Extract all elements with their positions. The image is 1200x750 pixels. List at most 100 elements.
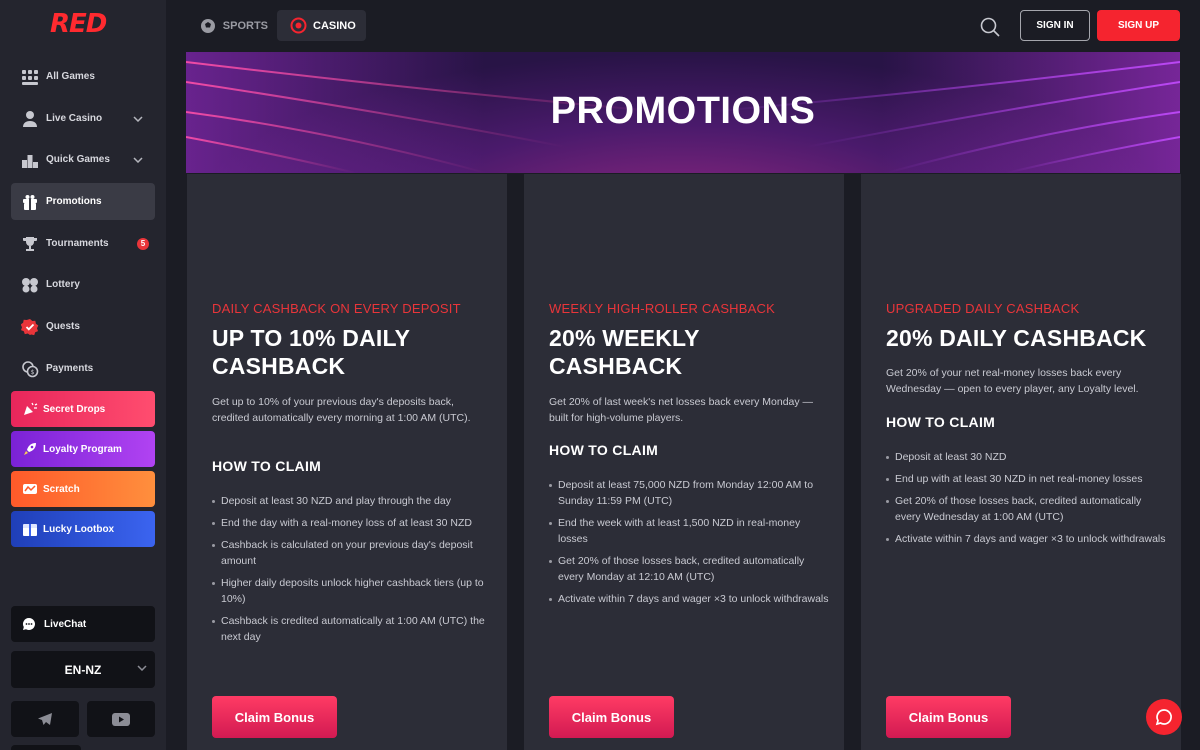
sidebar-footer-divider <box>11 745 81 750</box>
sidebar-item-label: Lottery <box>46 279 80 290</box>
sidebar-item-label: Quests <box>46 321 80 332</box>
sidebar-item-all-games[interactable]: All Games <box>11 58 155 95</box>
grid-icon <box>20 67 40 87</box>
sidebar-item-promotions[interactable]: Promotions <box>11 183 155 220</box>
how-to-claim-heading: HOW TO CLAIM <box>886 414 996 430</box>
promo-card-daily-cashback: DAILY CASHBACK ON EVERY DEPOSIT UP TO 10… <box>187 174 507 750</box>
sidebar-item-lottery[interactable]: Lottery <box>11 266 155 303</box>
promo-description: Get 20% of your net real-money losses ba… <box>886 367 1139 395</box>
chevron-down-icon <box>137 663 147 673</box>
promo-kicker: DAILY CASHBACK ON EVERY DEPOSIT <box>212 301 461 316</box>
list-item: Activate within 7 days and wager ×3 to u… <box>886 531 1166 547</box>
list-item: End up with at least 30 NZD in net real-… <box>886 471 1166 487</box>
promo-kicker: UPGRADED DAILY CASHBACK <box>886 301 1080 316</box>
scratch-icon <box>21 480 39 498</box>
soccer-ball-icon <box>200 17 217 35</box>
chat-icon <box>1155 708 1173 726</box>
tab-sports[interactable]: SPORTS <box>196 10 268 41</box>
language-label: EN-NZ <box>64 662 102 677</box>
sidebar-promo-scratch[interactable]: Scratch <box>11 471 155 507</box>
promo-label: Secret Drops <box>43 403 106 415</box>
chat-bubble-icon <box>22 617 36 631</box>
sidebar-promo-loyalty-program[interactable]: Loyalty Program <box>11 431 155 467</box>
svg-text:$: $ <box>31 369 35 376</box>
claim-steps-list: Deposit at least 75,000 NZD from Monday … <box>549 477 829 613</box>
promo-card-weekly-cashback: WEEKLY HIGH-ROLLER CASHBACK 20% WEEKLY C… <box>524 174 844 750</box>
sidebar-item-live-casino[interactable]: Live Casino <box>11 100 155 137</box>
chevron-down-icon[interactable] <box>133 155 145 165</box>
gift-icon <box>20 192 40 212</box>
trophy-icon <box>20 234 40 254</box>
claim-steps-list: Deposit at least 30 NZD End up with at l… <box>886 449 1166 553</box>
telegram-button[interactable] <box>11 701 79 737</box>
how-to-claim-heading: HOW TO CLAIM <box>212 458 322 474</box>
sidebar-item-label: Promotions <box>46 196 102 207</box>
sidebar-promo-lucky-lootbox[interactable]: Lucky Lootbox <box>11 511 155 547</box>
list-item: Deposit at least 30 NZD <box>886 449 1166 465</box>
sidebar-item-quests[interactable]: Quests <box>11 308 155 345</box>
promo-title: UP TO 10% DAILY CASHBACK <box>212 325 410 379</box>
telegram-icon <box>37 712 53 726</box>
sidebar-item-label: Payments <box>46 363 94 374</box>
list-item: Deposit at least 75,000 NZD from Monday … <box>549 477 829 509</box>
rocket-icon <box>21 440 39 458</box>
livechat-label: LiveChat <box>44 618 87 630</box>
sidebar-item-label: Tournaments <box>46 238 109 249</box>
quest-icon <box>20 317 40 337</box>
chevron-down-icon[interactable] <box>133 114 145 124</box>
claim-bonus-button[interactable]: Claim Bonus <box>212 696 337 738</box>
balls-icon <box>20 275 40 295</box>
page-title: PROMOTIONS <box>550 90 816 132</box>
sidebar: RED All Games Live Casino Quick Games Pr… <box>0 0 166 750</box>
list-item: End the week with at least 1,500 NZD in … <box>549 515 829 547</box>
tournaments-count-badge: 5 <box>137 237 149 250</box>
sidebar-item-label: Quick Games <box>46 154 110 165</box>
list-item: Cashback is calculated on your previous … <box>212 537 492 569</box>
support-chat-button[interactable] <box>1146 699 1182 735</box>
promo-description: Get 20% of last week's net losses back e… <box>549 396 814 424</box>
search-icon[interactable] <box>979 16 1001 38</box>
sidebar-item-label: Live Casino <box>46 113 103 124</box>
lootbox-icon <box>21 520 39 538</box>
claim-bonus-button[interactable]: Claim Bonus <box>886 696 1011 738</box>
promo-kicker: WEEKLY HIGH-ROLLER CASHBACK <box>549 301 775 316</box>
promotions-hero-banner: PROMOTIONS <box>186 52 1180 173</box>
list-item: Get 20% of those losses back, credited a… <box>549 553 829 585</box>
promo-label: Scratch <box>43 483 80 495</box>
list-item: Cashback is credited automatically at 1:… <box>212 613 492 645</box>
casino-chip-icon <box>289 17 307 35</box>
sign-in-button[interactable]: SIGN IN <box>1020 10 1090 41</box>
claim-steps-list: Deposit at least 30 NZD and play through… <box>212 493 492 651</box>
how-to-claim-heading: HOW TO CLAIM <box>549 442 659 458</box>
sidebar-item-label: All Games <box>46 71 95 82</box>
tab-label: CASINO <box>313 19 356 32</box>
tab-label: SPORTS <box>222 19 268 32</box>
promo-label: Lucky Lootbox <box>43 523 115 535</box>
promo-title: 20% DAILY CASHBACK <box>886 325 1147 351</box>
sidebar-item-tournaments[interactable]: Tournaments 5 <box>11 225 155 262</box>
list-item: Get 20% of those losses back, credited a… <box>886 493 1166 525</box>
podium-icon <box>20 150 40 170</box>
youtube-button[interactable] <box>87 701 155 737</box>
list-item: Deposit at least 30 NZD and play through… <box>212 493 492 509</box>
promo-description: Get up to 10% of your previous day's dep… <box>212 396 471 424</box>
tab-casino[interactable]: CASINO <box>277 10 366 41</box>
promo-label: Loyalty Program <box>43 443 122 455</box>
claim-bonus-button[interactable]: Claim Bonus <box>549 696 674 738</box>
promo-title: 20% WEEKLY CASHBACK <box>549 325 700 379</box>
dealer-icon <box>20 109 40 129</box>
brand-logo[interactable]: RED <box>50 9 120 39</box>
sidebar-item-payments[interactable]: $ Payments <box>11 350 155 387</box>
list-item: End the day with a real-money loss of at… <box>212 515 492 531</box>
list-item: Higher daily deposits unlock higher cash… <box>212 575 492 607</box>
promo-card-upgraded-daily-cashback: UPGRADED DAILY CASHBACK 20% DAILY CASHBA… <box>861 174 1181 750</box>
coins-icon: $ <box>20 359 40 379</box>
youtube-icon <box>112 712 130 726</box>
sidebar-item-quick-games[interactable]: Quick Games <box>11 141 155 178</box>
livechat-button[interactable]: LiveChat <box>11 606 155 642</box>
confetti-icon <box>21 400 39 418</box>
language-selector[interactable]: EN-NZ <box>11 651 155 688</box>
list-item: Activate within 7 days and wager ×3 to u… <box>549 591 829 607</box>
sign-up-button[interactable]: SIGN UP <box>1097 10 1180 41</box>
sidebar-promo-secret-drops[interactable]: Secret Drops <box>11 391 155 427</box>
